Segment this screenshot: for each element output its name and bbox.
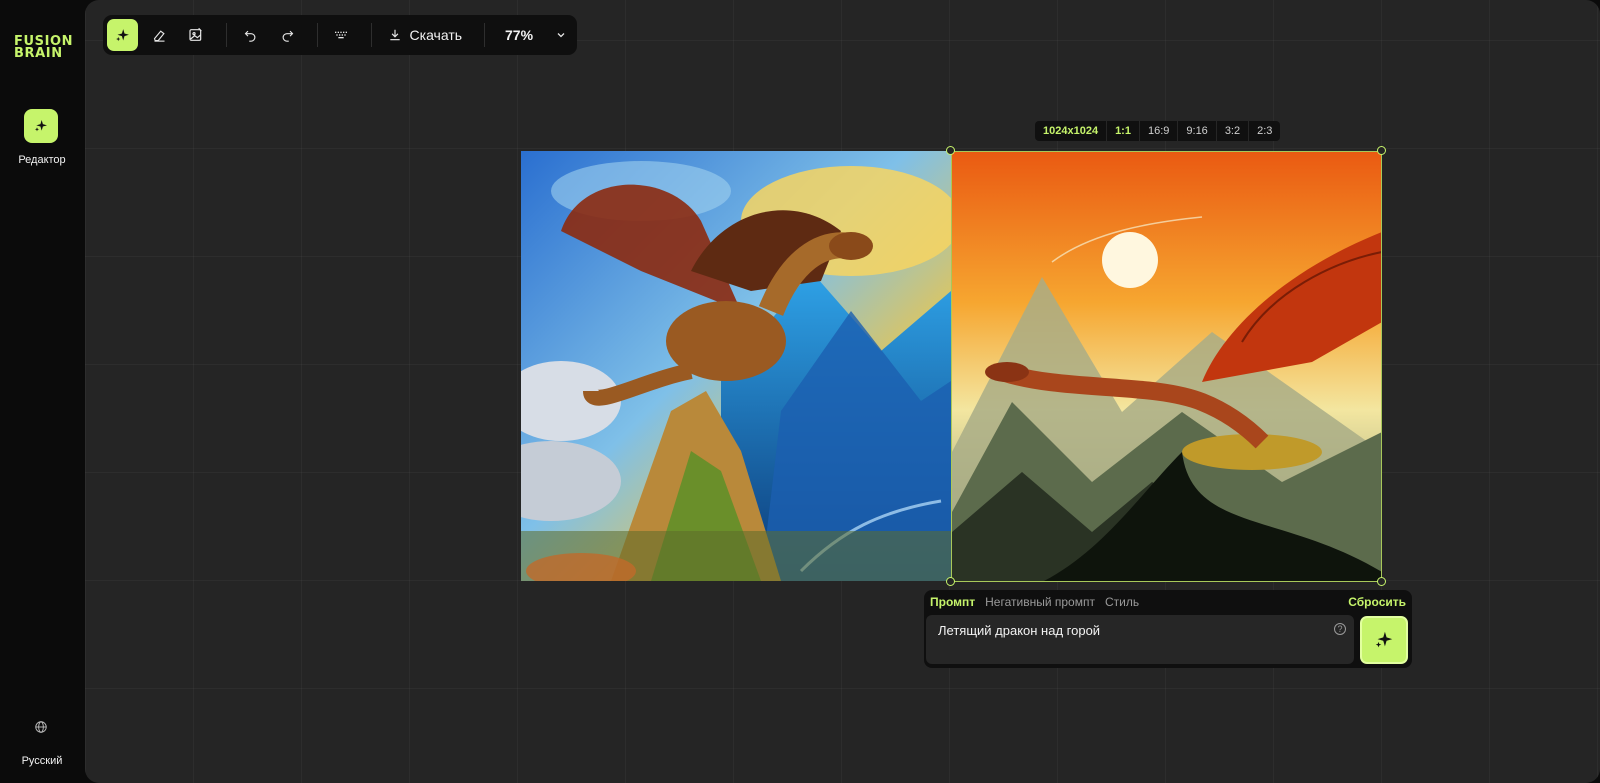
generated-image-right[interactable] — [951, 151, 1382, 582]
help-icon[interactable]: ? — [1334, 623, 1346, 635]
sparkle-icon — [1375, 631, 1393, 648]
resize-handle-top-left[interactable] — [946, 146, 955, 155]
zoom-dropdown[interactable]: 77% — [493, 19, 573, 51]
sparkle-icon — [35, 120, 47, 132]
toolbar-divider — [316, 23, 318, 47]
prompt-panel: Промпт Негативный промпт Стиль Сбросить … — [924, 590, 1412, 668]
shortcuts-button[interactable] — [326, 19, 357, 51]
generate-tool-button[interactable] — [107, 19, 138, 51]
generated-image-left[interactable] — [521, 151, 951, 581]
toolbar-divider — [370, 23, 372, 47]
ratio-option-2-3[interactable]: 2:3 — [1248, 121, 1280, 141]
reset-button[interactable]: Сбросить — [1348, 595, 1406, 609]
resize-handle-top-right[interactable] — [1377, 146, 1386, 155]
sidebar: FUSION BRAIN Редактор Русский — [0, 0, 84, 783]
flying-dragon-sunset-image — [952, 152, 1381, 581]
image-edit-icon — [189, 27, 203, 41]
toolbar-divider — [484, 23, 485, 47]
zoom-value: 77% — [505, 27, 534, 43]
editor-nav-button[interactable] — [24, 109, 58, 143]
prompt-tabs: Промпт Негативный промпт Стиль — [930, 595, 1139, 609]
chevron-down-icon — [557, 33, 565, 38]
resize-handle-bottom-right[interactable] — [1377, 577, 1386, 586]
sparkle-icon — [116, 28, 129, 41]
editor-nav-label: Редактор — [18, 154, 66, 166]
tab-style[interactable]: Стиль — [1105, 595, 1139, 609]
undo-icon — [244, 30, 256, 42]
image-edit-tool-button[interactable] — [181, 19, 212, 51]
tab-negative-prompt[interactable]: Негативный промпт — [985, 595, 1095, 609]
ratio-option-9-16[interactable]: 9:16 — [1177, 121, 1215, 141]
ratio-option-16-9[interactable]: 16:9 — [1138, 121, 1177, 141]
download-label: Скачать — [409, 27, 463, 43]
eraser-tool-button[interactable] — [144, 19, 175, 51]
prompt-text: Летящий дракон над горой — [938, 623, 1101, 638]
generate-button[interactable] — [1360, 616, 1408, 664]
download-icon — [389, 29, 400, 41]
tab-prompt[interactable]: Промпт — [930, 595, 975, 609]
toolbar-divider — [225, 23, 227, 47]
undo-button[interactable] — [235, 19, 266, 51]
aspect-ratio-selector: 1024x1024 1:1 16:9 9:16 3:2 2:3 — [1035, 121, 1281, 141]
fusion-brain-logo[interactable]: FUSION BRAIN — [14, 35, 73, 60]
globe-icon[interactable] — [34, 720, 48, 734]
redo-icon — [282, 30, 293, 42]
dragon-on-peak-image — [521, 151, 951, 581]
resize-handle-bottom-left[interactable] — [946, 577, 955, 586]
editor-toolbar: Скачать 77% — [103, 15, 577, 55]
eraser-icon — [153, 29, 165, 42]
ratio-option-1-1[interactable]: 1:1 — [1106, 121, 1139, 141]
prompt-input[interactable]: Летящий дракон над горой ? — [926, 615, 1354, 664]
redo-button[interactable] — [272, 19, 303, 51]
download-button[interactable]: Скачать — [380, 19, 477, 51]
resolution-label: 1024x1024 — [1043, 125, 1099, 137]
ratio-option-3-2[interactable]: 3:2 — [1215, 121, 1248, 141]
keyboard-icon — [335, 31, 348, 39]
language-selector[interactable]: Русский — [0, 755, 84, 767]
